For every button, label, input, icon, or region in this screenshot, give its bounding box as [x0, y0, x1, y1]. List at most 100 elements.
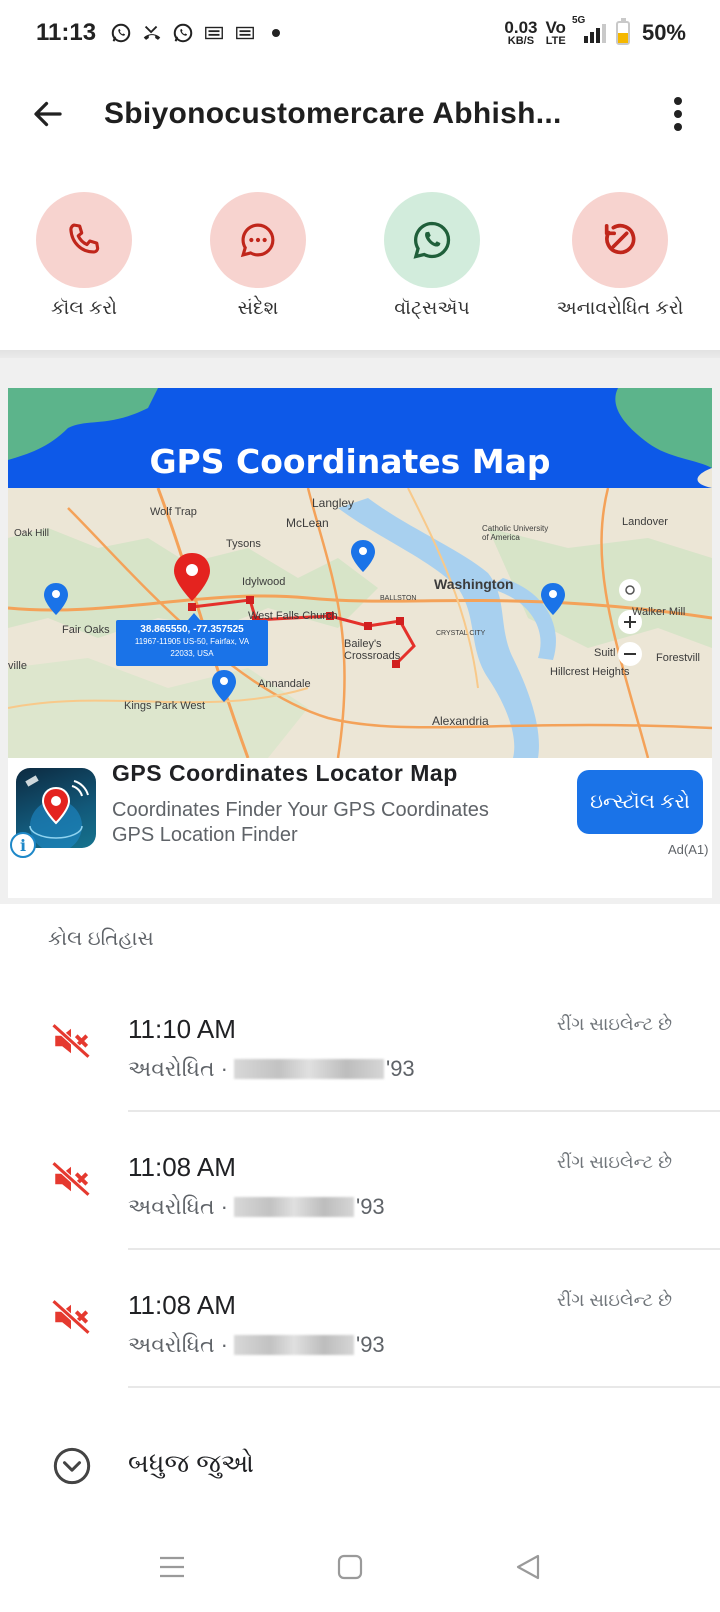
ring-silenced-icon	[51, 1023, 91, 1059]
map-label: Suitl	[594, 647, 616, 659]
install-button[interactable]: ઇન્સ્ટૉલ કરો	[577, 770, 703, 834]
redacted-number	[234, 1335, 354, 1355]
ad-info-panel[interactable]: i GPS Coordinates Locator Map Coordinate…	[8, 758, 712, 898]
ad-container[interactable]: GPS Coordinates Map Langley Wolf Trap McLe…	[0, 358, 720, 904]
whatsapp-notification-icon-2	[172, 22, 194, 44]
redacted-number	[234, 1197, 354, 1217]
map-label: Oak Hill	[14, 528, 50, 539]
missed-call-icon	[141, 22, 163, 44]
contact-actions: કૉલ કરો સંદેશ વૉટ્સઍપ અનાવરોધિત કરો	[0, 180, 720, 346]
system-status: 0.03 KB/S Vo LTE 5G 50%	[504, 15, 686, 47]
contact-title: Sbiyonocustomercare Abhish...	[104, 97, 562, 130]
network-speed: 0.03 KB/S	[504, 17, 538, 47]
map-label: Tysons	[226, 538, 261, 550]
more-options-button[interactable]	[658, 88, 698, 140]
map-label: Catholic University of America	[482, 524, 549, 542]
map-label: Landover	[622, 516, 668, 528]
news-app-icon-2	[234, 22, 256, 44]
map-label: Alexandria	[432, 714, 489, 728]
map-label: CRYSTAL CITY	[436, 630, 486, 637]
signal-icon: 5G	[572, 15, 608, 45]
notification-icons	[110, 22, 287, 44]
battery-percent: 50%	[641, 20, 686, 45]
map-label: Hillcrest Heights	[550, 666, 630, 678]
map-label: Annandale	[258, 678, 311, 690]
back-arrow-icon	[34, 101, 62, 127]
news-app-icon	[203, 22, 225, 44]
map-label: Langley	[312, 496, 355, 510]
call-action[interactable]: કૉલ કરો	[0, 192, 174, 320]
map-label: Wolf Trap	[150, 506, 197, 518]
redacted-number	[234, 1059, 384, 1079]
map-label: Idylwood	[242, 576, 286, 588]
map-label: Bailey's Crossroads	[344, 638, 401, 662]
ring-silenced-icon	[51, 1299, 91, 1335]
back-button[interactable]	[22, 88, 74, 140]
map-label: West Falls Church	[248, 610, 338, 622]
call-status: રીંગ સાઇલેન્ટ છે	[556, 1290, 672, 1310]
map-label: Walker Mill	[632, 606, 686, 618]
ad-banner-title: GPS Coordinates Map	[149, 442, 551, 481]
unblock-label: અનાવરોધિત કરો	[556, 298, 684, 319]
message-label: સંદેશ	[237, 298, 279, 319]
map-label: McLean	[286, 516, 329, 530]
ad-banner-image[interactable]: GPS Coordinates Map Langley Wolf Trap McLe…	[8, 388, 712, 758]
home-square-icon	[337, 1554, 363, 1580]
whatsapp-icon	[413, 221, 451, 259]
call-status: રીંગ સાઇલેન્ટ છે	[556, 1152, 672, 1172]
coordinate-popup: 38.865550, -77.357525 11967-11905 US-50,…	[134, 624, 250, 658]
chevron-down-icon	[53, 1447, 91, 1485]
ring-silenced-icon	[51, 1161, 91, 1197]
map-label: Forestvill	[656, 652, 701, 664]
map-label: BALLSTON	[380, 595, 417, 602]
message-button[interactable]	[210, 192, 306, 288]
whatsapp-button[interactable]	[384, 192, 480, 288]
map-label: Fair Oaks	[62, 624, 110, 636]
call-time: 11:08 AM	[128, 1152, 236, 1182]
map-label: Kings Park West	[124, 700, 206, 712]
message-icon	[240, 223, 275, 258]
call-history-row[interactable]: 11:08 AM અવરોધિત · '93 રીંગ સાઇલેન્ટ છે	[0, 1110, 720, 1250]
ad-choices-icon[interactable]: i	[10, 832, 36, 858]
whatsapp-label: વૉટ્સઍપ	[394, 298, 470, 319]
ad-app-title[interactable]: GPS Coordinates Locator Map	[112, 760, 458, 787]
home-button[interactable]	[320, 1542, 380, 1592]
app-bar: Sbiyonocustomercare Abhish...	[0, 72, 720, 156]
more-vert-icon	[674, 97, 682, 131]
unblock-action[interactable]: અનાવરોધિત કરો	[530, 192, 710, 320]
call-history-title: કોલ ઇતિહાસ	[48, 928, 154, 950]
call-history-row[interactable]: 11:10 AM અવરોધિત · '93 રીંગ સાઇલેન્ટ છે	[0, 972, 720, 1112]
phone-icon	[69, 223, 100, 254]
menu-icon	[160, 1556, 184, 1578]
call-time: 11:10 AM	[128, 1014, 236, 1044]
call-button[interactable]	[36, 192, 132, 288]
call-label: કૉલ કરો	[51, 298, 117, 319]
battery-icon	[615, 18, 630, 45]
call-status: રીંગ સાઇલેન્ટ છે	[556, 1014, 672, 1034]
whatsapp-action[interactable]: વૉટ્સઍપ	[342, 192, 522, 320]
unblock-button[interactable]	[572, 192, 668, 288]
call-history-row[interactable]: 11:08 AM અવરોધિત · '93 રીંગ સાઇલેન્ટ છે	[0, 1248, 720, 1388]
back-triangle-icon	[516, 1554, 540, 1580]
status-bar: 11:13 0.03 KB/S Vo LTE 5G 50%	[0, 0, 720, 66]
ad-label: Ad(A1)	[668, 842, 709, 857]
volte-indicator: Vo LTE	[545, 17, 566, 47]
call-details: અવરોધિત · '93	[128, 1056, 415, 1081]
status-time: 11:13	[36, 19, 97, 46]
unblock-icon	[604, 223, 636, 255]
recents-button[interactable]	[142, 1542, 202, 1592]
whatsapp-notification-icon	[110, 22, 132, 44]
map-label: Washington	[434, 576, 514, 592]
message-action[interactable]: સંદેશ	[168, 192, 348, 320]
map-label: ville	[8, 660, 27, 672]
see-all-button[interactable]: બધુજ જુઓ	[0, 1418, 720, 1508]
system-nav-bar	[0, 1530, 720, 1612]
ad-app-description: Coordinates Finder Your GPS Coordinates …	[112, 799, 489, 846]
see-all-label: બધુજ જુઓ	[128, 1448, 254, 1478]
back-nav-button[interactable]	[498, 1542, 558, 1592]
call-time: 11:08 AM	[128, 1290, 236, 1320]
row-divider	[128, 1386, 720, 1388]
more-notifications-dot-icon	[265, 22, 287, 44]
call-details: અવરોધિત · '93	[128, 1194, 385, 1219]
call-details: અવરોધિત · '93	[128, 1332, 385, 1357]
